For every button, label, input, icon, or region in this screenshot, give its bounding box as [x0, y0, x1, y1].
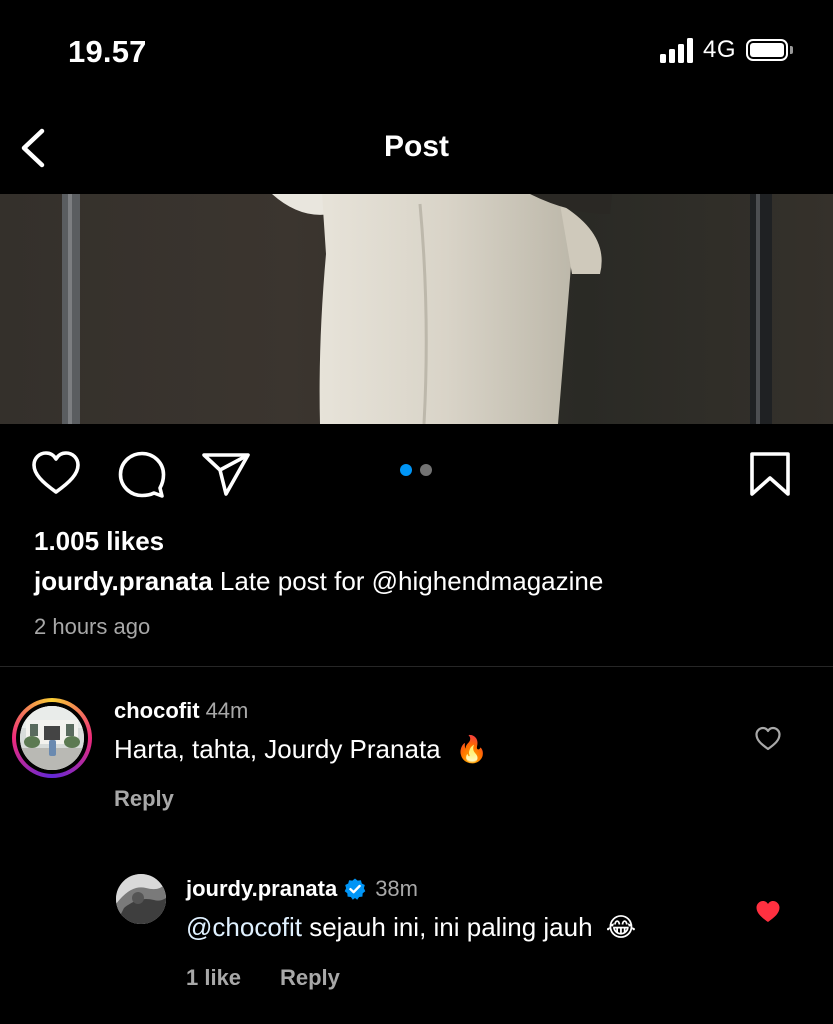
heart-icon — [32, 451, 80, 494]
comment-username[interactable]: chocofit — [114, 698, 200, 723]
reply-body: sejauh ini, ini paling jauh — [302, 912, 593, 942]
carousel-indicator — [400, 464, 432, 476]
heart-icon — [755, 726, 781, 751]
comment-reply-button[interactable]: Reply — [114, 786, 174, 812]
post-photo — [0, 194, 833, 424]
fire-emoji: 🔥 — [455, 734, 489, 764]
carousel-dot-active — [400, 464, 412, 476]
comment-time: 44m — [205, 698, 249, 723]
comment-button[interactable] — [116, 448, 168, 500]
reply-likes-count[interactable]: 1 like — [186, 965, 241, 991]
save-button[interactable] — [744, 448, 796, 500]
avatar[interactable] — [12, 698, 92, 778]
reply-time: 38m — [375, 876, 418, 901]
bookmark-icon — [750, 452, 790, 496]
verified-badge-icon — [344, 878, 366, 900]
status-icons: 4G — [659, 36, 793, 64]
status-time: 19.57 — [68, 34, 147, 69]
comment-like-button[interactable] — [754, 725, 782, 753]
reply-text: @chocofit sejauh ini, ini paling jauh 😂 — [186, 912, 636, 943]
battery-icon — [746, 39, 793, 61]
post-time: 2 hours ago — [34, 614, 151, 639]
post-image[interactable] — [0, 194, 833, 424]
heart-filled-icon — [756, 901, 780, 922]
like-button[interactable] — [30, 448, 82, 500]
reply-mention[interactable]: @chocofit — [186, 912, 302, 942]
divider — [0, 666, 833, 667]
share-button[interactable] — [200, 448, 252, 500]
reply-header: jourdy.pranata 38m — [186, 876, 418, 902]
likes-count[interactable]: 1.005 likes — [34, 526, 164, 557]
comment-bubble-icon — [118, 451, 166, 498]
caption-author[interactable]: jourdy.pranata — [34, 566, 213, 596]
laughing-emoji: 😂 — [605, 912, 637, 942]
comment-text: Harta, tahta, Jourdy Pranata 🔥 — [114, 734, 488, 765]
post-caption: jourdy.pranata Late post for @highendmag… — [34, 566, 603, 597]
caption-text: Late post for @highendmagazine — [219, 566, 604, 596]
page-title: Post — [383, 130, 449, 163]
avatar-photo — [20, 706, 84, 770]
carousel-dot — [420, 464, 432, 476]
comment-body: Harta, tahta, Jourdy Pranata — [114, 734, 441, 764]
network-type: 4G — [702, 36, 736, 63]
signal-icon — [659, 37, 693, 63]
paper-plane-icon — [202, 453, 250, 496]
reply-avatar[interactable] — [116, 874, 166, 924]
reply-username[interactable]: jourdy.pranata — [186, 876, 337, 902]
comment-header: chocofit 44m — [114, 698, 248, 724]
reply-like-button[interactable] — [754, 898, 782, 926]
reply-avatar-photo — [116, 874, 166, 924]
reply-reply-button[interactable]: Reply — [280, 965, 340, 991]
